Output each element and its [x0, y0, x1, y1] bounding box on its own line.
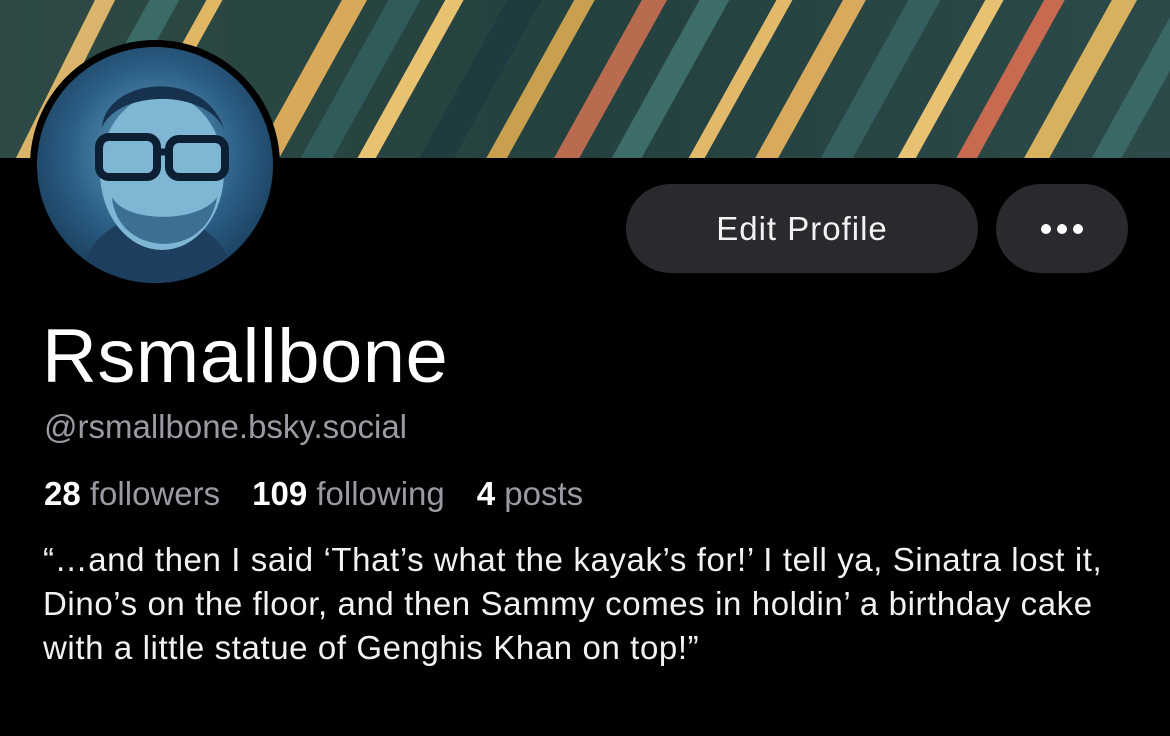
- edit-profile-label: Edit Profile: [716, 209, 888, 247]
- followers-label: followers: [89, 475, 221, 512]
- profile-stats: 28 followers 109 following 4 posts: [44, 472, 583, 516]
- followers-count: 28: [44, 475, 81, 512]
- following-stat[interactable]: 109 following: [252, 472, 445, 516]
- ellipsis-icon-dot: [1057, 223, 1067, 234]
- edit-profile-button[interactable]: Edit Profile: [626, 184, 978, 273]
- posts-count: 4: [476, 475, 496, 512]
- posts-label: posts: [504, 475, 584, 512]
- avatar-image: [37, 47, 273, 283]
- following-count: 109: [252, 475, 308, 512]
- posts-stat: 4 posts: [477, 472, 583, 516]
- display-name: Rsmallbone: [42, 314, 449, 399]
- profile-bio: “…and then I said ‘That’s what the kayak…: [43, 541, 1103, 666]
- ellipsis-icon: [1041, 223, 1051, 234]
- avatar[interactable]: [30, 40, 280, 290]
- ellipsis-icon-dot: [1073, 223, 1083, 234]
- handle: @rsmallbone.bsky.social: [44, 408, 408, 445]
- following-label: following: [316, 475, 445, 512]
- more-options-button[interactable]: [996, 184, 1128, 273]
- followers-stat[interactable]: 28 followers: [44, 472, 220, 516]
